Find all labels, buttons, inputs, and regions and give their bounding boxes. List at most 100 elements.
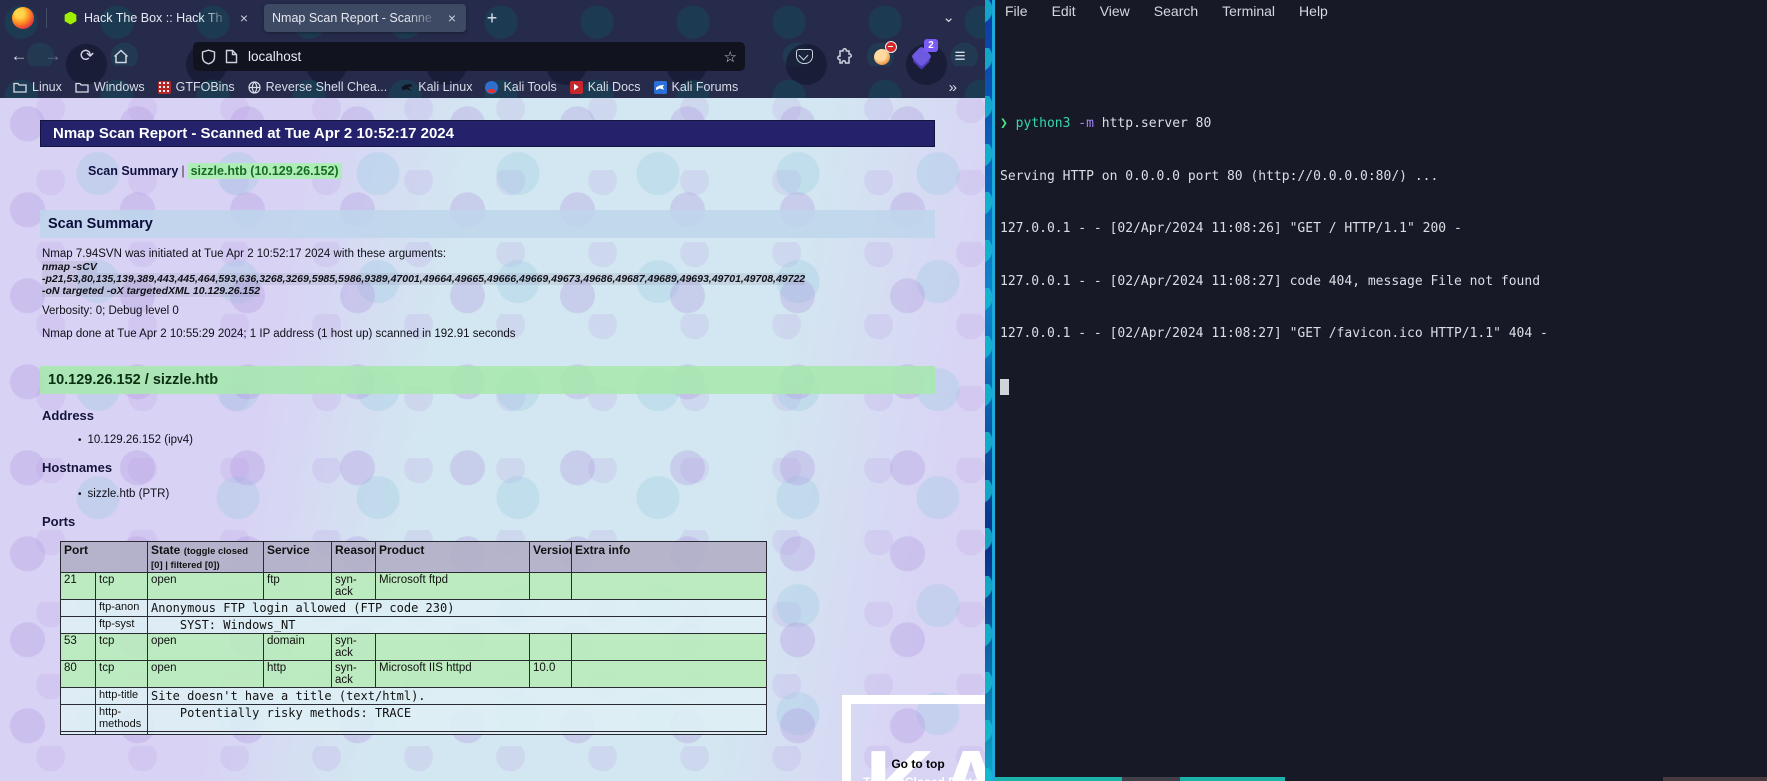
- state-cell: open: [147, 660, 264, 688]
- kali-docs-icon: [569, 80, 583, 94]
- extension-wappalyzer-button[interactable]: 2: [910, 38, 938, 68]
- proto-cell: tcp: [95, 572, 148, 600]
- kali-logo-text: KAL: [865, 730, 985, 781]
- url-bar[interactable]: localhost ☆: [193, 42, 745, 71]
- folder-icon: [75, 82, 89, 93]
- menu-view[interactable]: View: [1100, 3, 1130, 19]
- address-item: 10.129.26.152 (ipv4): [78, 434, 194, 446]
- toolbar-right: 2 ≡: [793, 38, 971, 71]
- panel-peek-strip: [995, 777, 1122, 781]
- nmap-done-line: Nmap done at Tue Apr 2 10:55:29 2024; 1 …: [42, 328, 516, 340]
- terminal-cursor: [1000, 378, 1009, 395]
- product-cell: [375, 633, 530, 661]
- host-link[interactable]: sizzle.htb (10.129.26.152): [187, 163, 342, 179]
- app-menu-button[interactable]: ≡: [949, 46, 971, 68]
- htb-favicon-icon: [64, 11, 77, 25]
- bookmark-kali-forums[interactable]: Kali Forums: [653, 80, 739, 94]
- page-info-icon[interactable]: [225, 49, 238, 64]
- scan-summary-heading: Scan Summary: [40, 210, 935, 238]
- script-output: SYST: Windows_NT: [147, 616, 767, 634]
- clipped-row: [60, 731, 767, 735]
- bookmark-gtfobins[interactable]: GTFOBins: [157, 80, 235, 94]
- toggle-closed-ports-link[interactable]: Toggle Closed Ports: [846, 775, 985, 781]
- bookmark-folder-linux[interactable]: Linux: [13, 80, 62, 94]
- terminal-line: Serving HTTP on 0.0.0.0 port 80 (http://…: [1000, 168, 1439, 184]
- pocket-icon: [795, 49, 813, 64]
- puzzle-icon: [837, 47, 852, 64]
- nmap-report-page: Nmap Scan Report - Scanned at Tue Apr 2 …: [0, 98, 985, 781]
- port-cell: 80: [60, 660, 96, 688]
- address-heading: Address: [42, 408, 95, 423]
- col-service: Service: [263, 541, 332, 573]
- product-cell: Microsoft IIS httpd: [375, 660, 530, 688]
- script-output: Site doesn't have a title (text/html).: [147, 687, 767, 705]
- prompt-symbol: ❯: [1000, 116, 1008, 131]
- extra-cell: [571, 633, 767, 661]
- bookmark-reverse-shell[interactable]: Reverse Shell Chea...: [248, 80, 387, 94]
- go-to-top-link[interactable]: Go to top: [858, 757, 978, 771]
- tab-close-icon[interactable]: ×: [446, 10, 458, 26]
- menu-file[interactable]: File: [1005, 3, 1028, 19]
- empty-cell: [60, 687, 96, 705]
- tab-nmap-report[interactable]: Nmap Scan Report - Scanne ×: [264, 4, 466, 32]
- extensions-button[interactable]: [832, 46, 854, 68]
- empty-cell: [60, 616, 96, 634]
- scan-intro: Nmap 7.94SVN was initiated at Tue Apr 2 …: [42, 248, 447, 260]
- terminal-screen[interactable]: ❯ python3 -m http.server 80 Serving HTTP…: [1000, 80, 1763, 430]
- tab-title: Nmap Scan Report - Scanne: [272, 11, 432, 25]
- bookmark-label: Kali Linux: [418, 80, 473, 94]
- back-button[interactable]: ←: [4, 42, 34, 70]
- menu-help[interactable]: Help: [1299, 3, 1328, 19]
- menu-terminal[interactable]: Terminal: [1222, 3, 1275, 19]
- bookmarks-overflow-icon[interactable]: »: [949, 79, 957, 96]
- tab-close-icon[interactable]: ×: [238, 10, 250, 26]
- state-cell: open: [147, 633, 264, 661]
- shield-icon[interactable]: [201, 48, 216, 65]
- port-cell: 53: [60, 633, 96, 661]
- menu-edit[interactable]: Edit: [1052, 3, 1076, 19]
- globe-icon: [248, 80, 261, 94]
- empty-cell: [147, 731, 767, 735]
- firefox-icon[interactable]: [12, 7, 34, 29]
- pocket-button[interactable]: [793, 46, 815, 68]
- new-tab-button[interactable]: +: [479, 8, 505, 29]
- bookmark-kali-tools[interactable]: Kali Tools: [485, 80, 557, 94]
- col-extra: Extra info: [571, 541, 767, 573]
- bookmark-label: Linux: [32, 80, 62, 94]
- terminal-window[interactable]: File Edit View Search Terminal Help ❯ py…: [992, 0, 1767, 781]
- nmap-args-line3: -oN targeted -oX targetedXML 10.129.26.1…: [42, 285, 261, 297]
- script-row-http-methods: http-methods Potentially risky methods: …: [60, 704, 767, 732]
- host-heading: 10.129.26.152 / sizzle.htb: [40, 366, 935, 394]
- empty-cell: [60, 599, 96, 617]
- extra-cell: [571, 572, 767, 600]
- url-input[interactable]: localhost: [248, 49, 724, 64]
- col-port: Port: [60, 541, 148, 573]
- menu-search[interactable]: Search: [1154, 3, 1198, 19]
- bookmark-kali-docs[interactable]: Kali Docs: [569, 80, 641, 94]
- script-id: ftp-anon: [95, 599, 148, 617]
- forward-button[interactable]: →: [38, 42, 68, 70]
- state-label: State: [151, 543, 181, 557]
- service-cell: http: [263, 660, 332, 688]
- bookmark-label: Kali Forums: [671, 80, 739, 94]
- desktop: Hack The Box :: Hack Th × Nmap Scan Repo…: [0, 0, 1767, 781]
- col-product: Product: [375, 541, 530, 573]
- list-tabs-icon[interactable]: ⌄: [942, 8, 955, 26]
- script-row-ftp-anon: ftp-anon Anonymous FTP login allowed (FT…: [60, 599, 767, 617]
- home-icon: [113, 48, 129, 63]
- bookmark-folder-windows[interactable]: Windows: [75, 80, 145, 94]
- account-button[interactable]: [871, 40, 897, 68]
- reload-button[interactable]: ⟳: [72, 42, 102, 70]
- port-cell: 21: [60, 572, 96, 600]
- home-button[interactable]: [106, 42, 136, 70]
- bookmark-kali-linux[interactable]: Kali Linux: [400, 80, 472, 94]
- script-id: http-methods: [95, 704, 148, 732]
- bookmark-label: GTFOBins: [175, 80, 235, 94]
- nav-separator: |: [181, 164, 185, 178]
- bookmarks-bar: Linux Windows GTFOBins Reverse Shell Che…: [0, 76, 985, 98]
- terminal-line: 127.0.0.1 - - [02/Apr/2024 11:08:27] "GE…: [1000, 326, 1548, 341]
- reason-cell: syn-ack: [331, 572, 376, 600]
- tab-hack-the-box[interactable]: Hack The Box :: Hack Th ×: [56, 4, 258, 32]
- script-output: Potentially risky methods: TRACE: [147, 704, 767, 732]
- bookmark-star-icon[interactable]: ☆: [724, 48, 737, 66]
